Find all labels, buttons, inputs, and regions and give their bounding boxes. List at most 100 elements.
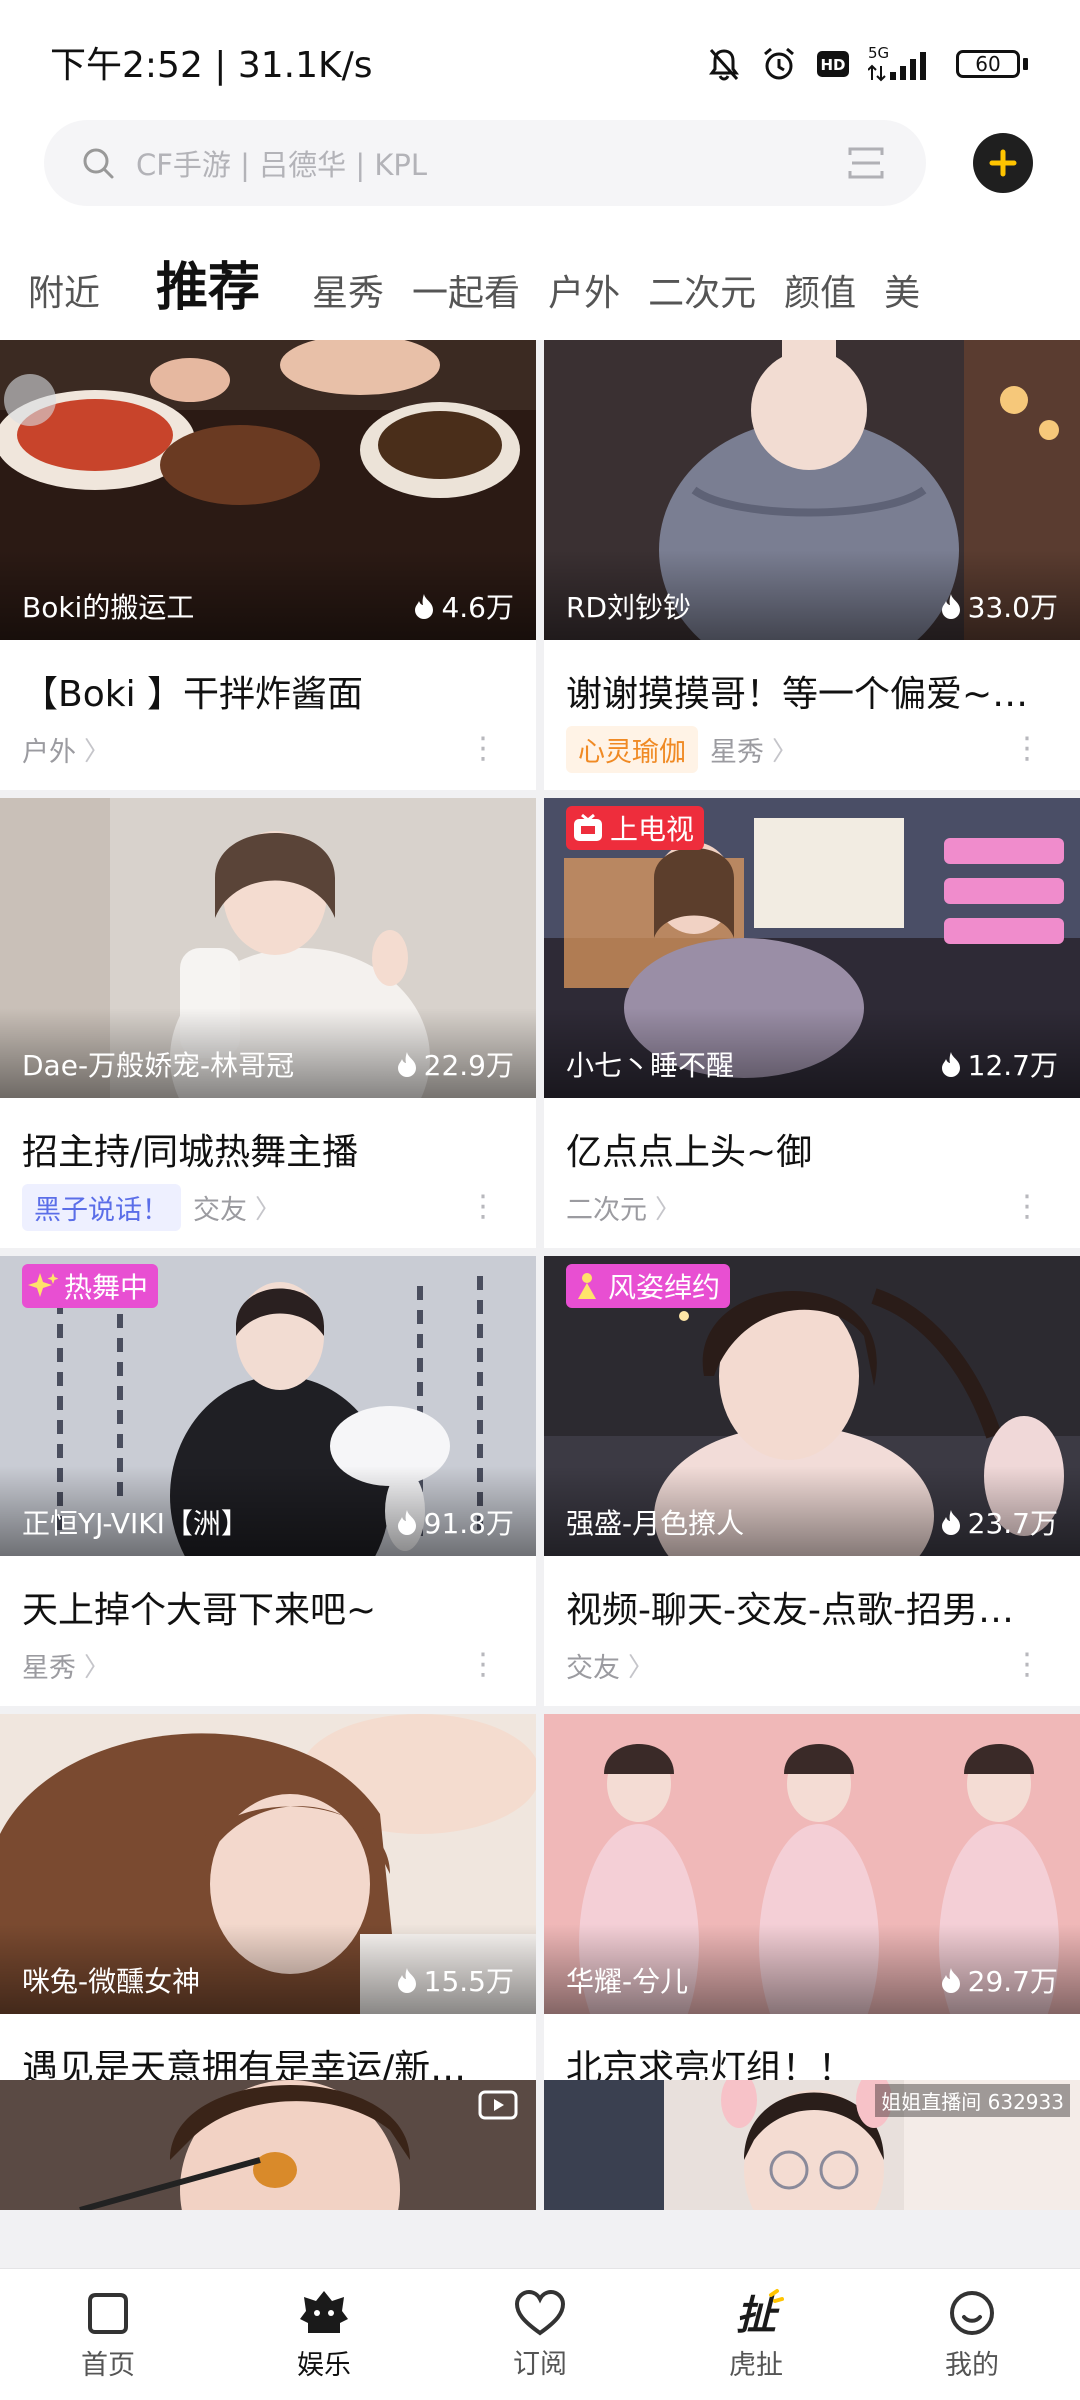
fire-icon: [397, 1052, 416, 1077]
live-thumbnail[interactable]: RD刘钞钞 33.0万: [544, 340, 1080, 640]
anchor-name: 小七丶睡不醒: [566, 1049, 735, 1082]
category-label: 交友: [566, 1652, 620, 1684]
live-card[interactable]: Boki的搬运工 4.6万 【Boki 】干拌炸酱面 户外〉 ⋮: [0, 340, 536, 790]
live-card[interactable]: Dae-万般娇宠-林哥冠 22.9万 招主持/同城热舞主播 黑子说话！ 交友〉 …: [0, 798, 536, 1248]
sparkle-icon: [28, 1273, 58, 1297]
battery-icon: 60: [956, 50, 1028, 78]
live-thumbnail[interactable]: [0, 2080, 536, 2210]
tab-looks[interactable]: 颜值: [756, 264, 856, 324]
nav-entertainment[interactable]: 娱乐: [216, 2269, 432, 2400]
fire-icon: [397, 1968, 416, 1993]
battery-level: 60: [975, 52, 1001, 76]
live-card[interactable]: RD刘钞钞 33.0万 谢谢摸摸哥！等一个偏爱~… 心灵瑜伽 星秀〉 ⋮: [544, 340, 1080, 790]
live-thumbnail[interactable]: 热舞中 正恒YJ-VIKI【洲】 91.8万: [0, 1256, 536, 1556]
viewer-count-text: 33.0万: [967, 591, 1058, 624]
tab-xingxiu[interactable]: 星秀: [284, 264, 384, 324]
status-time-speed: 下午2:52 | 31.1K/s: [50, 45, 373, 86]
category-link[interactable]: 户外〉: [22, 730, 110, 769]
live-thumbnail[interactable]: 风姿绰约 强盛-月色撩人 23.7万: [544, 1256, 1080, 1556]
room-tag[interactable]: 心灵瑜伽: [566, 725, 698, 773]
viewer-count: 91.8万: [394, 1502, 514, 1542]
nav-home[interactable]: 首页: [0, 2269, 216, 2400]
more-options-icon[interactable]: ⋮: [468, 1644, 498, 1686]
live-thumbnail[interactable]: 上电视 小七丶睡不醒 12.7万: [544, 798, 1080, 1098]
nav-label: 虎扯: [729, 2350, 783, 2381]
anchor-name: 正恒YJ-VIKI【洲】: [22, 1507, 249, 1540]
more-options-icon[interactable]: ⋮: [1012, 1644, 1042, 1686]
chevron-right-icon: 〉: [628, 1652, 655, 1683]
tab-anime[interactable]: 二次元: [620, 264, 756, 324]
live-thumbnail[interactable]: 华耀-兮儿 29.7万: [544, 1714, 1080, 2014]
category-label: 星秀: [710, 736, 764, 768]
room-title: 视频-聊天-交友-点歌-招男…: [566, 1590, 1014, 1631]
chevron-right-icon: 〉: [84, 1652, 111, 1683]
live-card-partial[interactable]: [0, 2080, 536, 2210]
chevron-right-icon: 〉: [655, 1194, 682, 1225]
room-tag[interactable]: 黑子说话！: [22, 1183, 181, 1231]
live-thumbnail[interactable]: Dae-万般娇宠-林哥冠 22.9万: [0, 798, 536, 1098]
thumbnail-image: [0, 2080, 536, 2210]
fire-icon: [941, 1052, 960, 1077]
anchor-name: Boki的搬运工: [22, 591, 195, 624]
category-link[interactable]: 交友〉: [566, 1646, 654, 1685]
search-bar[interactable]: CF手游 | 吕德华 | KPL: [44, 120, 926, 206]
tab-nearby[interactable]: 附近: [0, 264, 100, 324]
more-options-icon[interactable]: ⋮: [468, 1186, 498, 1228]
fire-icon: [941, 1968, 960, 1993]
style-badge: 风姿绰约: [566, 1264, 731, 1308]
scan-icon[interactable]: [846, 143, 886, 183]
alarm-icon: [764, 47, 794, 80]
nav-label: 娱乐: [297, 2350, 351, 2381]
more-options-icon[interactable]: ⋮: [1012, 1186, 1042, 1228]
mute-bell-icon: [709, 48, 739, 81]
room-title: 招主持/同城热舞主播: [22, 1132, 359, 1173]
search-icon: [83, 148, 114, 179]
live-card-partial[interactable]: 姐姐直播间 632933: [544, 2080, 1080, 2210]
category-link[interactable]: 二次元〉: [566, 1188, 681, 1227]
tab-outdoor[interactable]: 户外: [520, 264, 620, 324]
room-title: 亿点点上头~御: [566, 1132, 813, 1173]
nav-profile[interactable]: 我的: [864, 2269, 1080, 2400]
live-thumbnail[interactable]: 姐姐直播间 632933: [544, 2080, 1080, 2210]
profile-icon: [950, 2291, 994, 2335]
tab-watch-together[interactable]: 一起看: [384, 264, 520, 324]
nav-label: 我的: [945, 2350, 999, 2381]
live-thumbnail[interactable]: Boki的搬运工 4.6万: [0, 340, 536, 640]
dance-badge: 热舞中: [22, 1264, 159, 1308]
signal-5g-icon: 5G: [868, 44, 926, 82]
nav-huche[interactable]: 扯 虎扯: [648, 2269, 864, 2400]
tv-icon: [574, 813, 602, 841]
category-link[interactable]: 交友〉: [193, 1188, 281, 1227]
fire-icon: [397, 1510, 416, 1535]
category-label: 交友: [193, 1194, 247, 1226]
search-placeholder[interactable]: CF手游 | 吕德华 | KPL: [136, 142, 846, 184]
room-title: 天上掉个大哥下来吧~: [22, 1590, 377, 1631]
category-label: 户外: [22, 736, 76, 768]
viewer-count: 33.0万: [938, 586, 1058, 626]
live-card[interactable]: 上电视 小七丶睡不醒 12.7万 亿点点上头~御 二次元〉 ⋮: [544, 798, 1080, 1248]
tab-recommend[interactable]: 推荐: [100, 250, 284, 324]
live-thumbnail[interactable]: 咪兔-微醺女神 15.5万: [0, 1714, 536, 2014]
fire-icon: [415, 594, 434, 619]
category-link[interactable]: 星秀〉: [710, 730, 798, 769]
hd-icon: HD: [817, 51, 849, 77]
room-title: 【Boki 】干拌炸酱面: [22, 674, 364, 715]
tv-badge: 上电视: [566, 806, 705, 850]
fire-icon: [941, 1510, 960, 1535]
live-card[interactable]: 热舞中 正恒YJ-VIKI【洲】 91.8万 天上掉个大哥下来吧~ 星秀〉 ⋮: [0, 1256, 536, 1706]
tab-more[interactable]: 美: [856, 264, 920, 324]
category-link[interactable]: 星秀〉: [22, 1646, 110, 1685]
more-options-icon[interactable]: ⋮: [468, 728, 498, 770]
viewer-count: 15.5万: [394, 1960, 514, 2000]
room-number-label: 姐姐直播间 632933: [875, 2084, 1070, 2117]
badge-text: 热舞中: [64, 1271, 149, 1304]
live-card[interactable]: 风姿绰约 强盛-月色撩人 23.7万 视频-聊天-交友-点歌-招男… 交友〉 ⋮: [544, 1256, 1080, 1706]
heart-icon: [514, 2289, 566, 2336]
viewer-count: 23.7万: [938, 1502, 1058, 1542]
viewer-count-text: 91.8万: [423, 1507, 514, 1540]
nav-subscribe[interactable]: 订阅: [432, 2269, 648, 2400]
start-live-button[interactable]: [973, 133, 1033, 193]
anchor-name: RD刘钞钞: [566, 591, 692, 624]
more-options-icon[interactable]: ⋮: [1012, 728, 1042, 770]
viewer-count: 22.9万: [394, 1044, 514, 1084]
